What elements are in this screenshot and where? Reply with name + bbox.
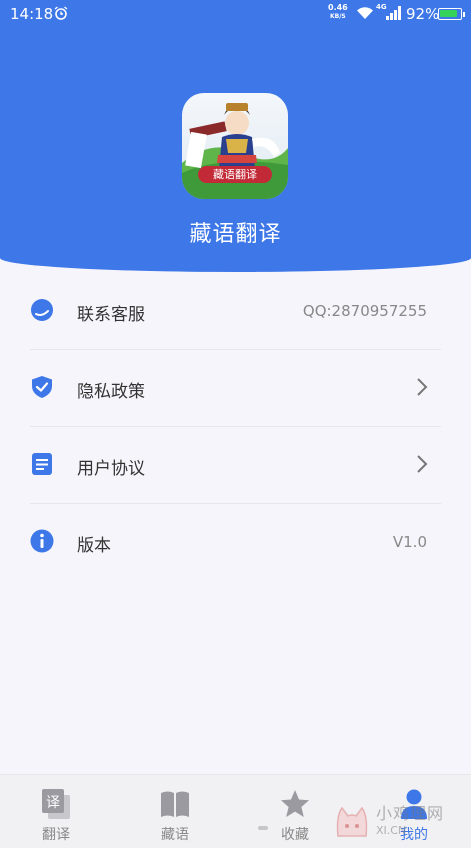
contact-support-value: QQ:2870957255 bbox=[302, 302, 427, 320]
user-agreement-label: 用户协议 bbox=[77, 459, 145, 479]
app-logo-banner: 藏语翻译 bbox=[198, 166, 272, 183]
profile-header: 14:18 0.46 KB/S 4G 92% 藏语翻译 藏语翻译 bbox=[0, 0, 471, 272]
document-icon bbox=[32, 453, 52, 475]
customer-service-icon bbox=[31, 299, 53, 321]
tab-translate-label: 翻译 bbox=[42, 827, 70, 843]
svg-text:译: 译 bbox=[46, 795, 60, 811]
wifi-icon bbox=[357, 7, 373, 19]
home-indicator bbox=[258, 826, 268, 830]
tab-translate[interactable]: 译 翻译 bbox=[11, 775, 101, 848]
info-icon bbox=[30, 529, 54, 553]
privacy-policy-row[interactable]: 隐私政策 bbox=[0, 349, 471, 426]
contact-support-row[interactable]: 联系客服 QQ:2870957255 bbox=[0, 272, 471, 349]
tab-favorites[interactable]: 收藏 bbox=[250, 775, 340, 848]
status-time: 14:18 bbox=[10, 5, 54, 23]
battery-fill bbox=[440, 10, 457, 17]
app-logo-illustration bbox=[182, 103, 288, 199]
contact-support-label: 联系客服 bbox=[77, 305, 145, 325]
signal-icon bbox=[386, 6, 401, 20]
app-name: 藏语翻译 bbox=[189, 222, 282, 247]
net-speed: 0.46 KB/S bbox=[328, 3, 348, 20]
tab-tibetan[interactable]: 藏语 bbox=[130, 775, 220, 848]
privacy-policy-label: 隐私政策 bbox=[77, 382, 145, 402]
app-logo: 藏语翻译 bbox=[182, 93, 288, 199]
person-icon bbox=[401, 789, 427, 819]
version-row: 版本 V1.0 bbox=[0, 503, 471, 580]
status-bar: 14:18 0.46 KB/S 4G 92% bbox=[0, 0, 471, 28]
alarm-icon bbox=[54, 6, 68, 20]
shield-check-icon bbox=[32, 376, 52, 398]
tab-mine[interactable]: 我的 bbox=[369, 775, 459, 848]
chevron-right-icon bbox=[417, 455, 428, 473]
chevron-right-icon bbox=[417, 378, 428, 396]
tab-mine-label: 我的 bbox=[400, 827, 428, 843]
version-value: V1.0 bbox=[392, 533, 427, 551]
version-label: 版本 bbox=[77, 536, 111, 556]
user-agreement-row[interactable]: 用户协议 bbox=[0, 426, 471, 503]
book-icon bbox=[161, 791, 189, 817]
star-icon bbox=[281, 790, 309, 817]
bottom-tab-bar: 译 翻译 藏语 收藏 我的 bbox=[0, 774, 471, 848]
battery-percent: 92% bbox=[406, 5, 440, 23]
battery-icon bbox=[438, 8, 465, 20]
translate-icon: 译 bbox=[42, 789, 70, 819]
tab-tibetan-label: 藏语 bbox=[161, 827, 189, 843]
